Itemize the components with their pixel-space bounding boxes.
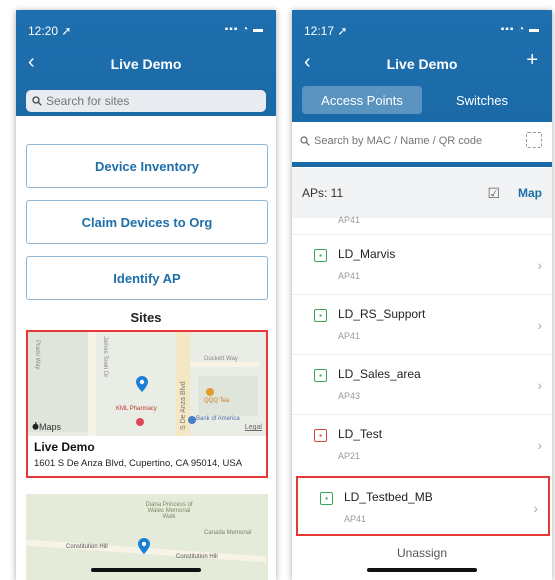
ap-row-ld-rs-support[interactable]: ▪ LD_RS_Support AP41 › — [292, 294, 552, 354]
chevron-right-icon: › — [537, 377, 542, 393]
tab-access-points[interactable]: Access Points — [302, 86, 422, 114]
ap-status-icon: ▪ — [314, 309, 327, 322]
map-link[interactable]: Map — [518, 186, 542, 200]
location-pin-icon — [138, 538, 150, 554]
site-search-field[interactable] — [26, 90, 266, 112]
search-icon — [300, 136, 310, 146]
ap-search-input[interactable] — [314, 135, 504, 147]
status-icons: ▪▪▪ ◔ ▬ — [500, 24, 540, 35]
divider-bar — [292, 162, 552, 167]
site-map[interactable]: Prado Way James Town Dr Duckett Way KML … — [28, 332, 266, 436]
right-phone-screen: 12:17 ➚ ▪▪▪ ◔ ▬ ‹ Live Demo + Access Poi… — [292, 10, 552, 580]
site-address: 1601 S De Anza Blvd, Cupertino, CA 95014… — [34, 458, 243, 469]
chevron-right-icon: › — [537, 257, 542, 273]
map-label: Constitution Hill — [66, 544, 108, 550]
map-label: KML Pharmacy — [116, 406, 157, 412]
map-label: Prado Way — [34, 340, 40, 370]
nav-header: 12:17 ➚ ▪▪▪ ◔ ▬ ‹ Live Demo + Access Poi… — [292, 10, 552, 122]
ap-row-ld-marvis[interactable]: ▪ LD_Marvis AP41 › — [292, 234, 552, 294]
status-icons: ▪▪▪ ◔ ▬ — [224, 24, 264, 35]
map-block — [198, 376, 258, 416]
site-name: Live Demo — [34, 440, 95, 454]
ap-name: LD_RS_Support — [338, 307, 426, 321]
ap-status-icon: ▪ — [320, 492, 333, 505]
unassign-button[interactable]: Unassign — [292, 546, 552, 560]
ap-status-icon: ▪ — [314, 429, 327, 442]
legal-link[interactable]: Legal — [245, 424, 262, 431]
ap-name: LD_Testbed_MB — [344, 490, 433, 504]
claim-devices-button[interactable]: Claim Devices to Org — [26, 200, 268, 244]
home-indicator[interactable] — [367, 568, 477, 572]
status-bar: 12:20 ➚ ▪▪▪ ◔ ▬ — [28, 24, 264, 38]
ap-model: AP41 — [344, 514, 367, 524]
status-time: 12:20 ➚ — [28, 24, 72, 38]
ap-name: LD_Sales_area — [338, 367, 421, 381]
partial-row-model: AP41 — [338, 215, 361, 225]
tab-switches[interactable]: Switches — [422, 86, 542, 114]
map-label: Constitution Hill — [176, 554, 218, 560]
location-pin-icon — [136, 376, 148, 392]
ap-status-icon: ▪ — [314, 249, 327, 262]
ap-name: LD_Marvis — [338, 247, 396, 261]
ap-model: AP43 — [338, 391, 361, 401]
segmented-control: Access Points Switches — [302, 86, 542, 114]
chevron-right-icon: › — [537, 317, 542, 333]
sites-heading: Sites — [130, 310, 162, 325]
apple-maps-logo: Maps — [32, 422, 61, 432]
add-plus-icon[interactable]: + — [526, 50, 538, 70]
ap-search-field[interactable] — [300, 130, 544, 152]
ap-summary-bar: APs: 11 ☑ Map — [292, 168, 552, 218]
ap-name: LD_Test — [338, 427, 383, 441]
ap-row-ld-testbed-mb[interactable]: ▪ LD_Testbed_MB AP41 › — [296, 476, 550, 536]
map-label: James Town Dr — [102, 336, 108, 378]
bank-icon — [188, 416, 196, 424]
map-label: QQQ Tea — [204, 398, 230, 404]
qr-scan-icon[interactable] — [526, 132, 542, 148]
nav-header: 12:20 ➚ ▪▪▪ ◔ ▬ ‹ Live Demo — [16, 10, 276, 116]
ap-row-ld-test[interactable]: ▪ LD_Test AP21 › — [292, 414, 552, 474]
ap-model: AP41 — [338, 271, 361, 281]
status-time: 12:17 ➚ — [304, 24, 348, 38]
map-road — [88, 332, 96, 436]
map-road — [190, 362, 260, 367]
site-card-live-demo[interactable]: Prado Way James Town Dr Duckett Way KML … — [26, 330, 268, 478]
cafe-icon — [206, 388, 214, 396]
ap-count: APs: 11 — [302, 186, 344, 200]
map-label: Diana Princess of Wales Memorial Walk — [145, 502, 193, 520]
left-phone-screen: 12:20 ➚ ▪▪▪ ◔ ▬ ‹ Live Demo Device Inven… — [16, 10, 276, 580]
chevron-right-icon: › — [537, 437, 542, 453]
map-label: Bank of America — [196, 416, 240, 422]
pharmacy-icon — [136, 418, 144, 426]
select-checkbox-icon[interactable]: ☑ — [487, 185, 500, 202]
home-indicator[interactable] — [91, 568, 201, 572]
identify-ap-button[interactable]: Identify AP — [26, 256, 268, 300]
site-search-input[interactable] — [46, 94, 246, 108]
map-label: Canada Memorial — [204, 530, 252, 536]
apple-icon — [32, 422, 39, 430]
maps-label: Maps — [39, 422, 62, 432]
page-title: Live Demo — [386, 56, 458, 72]
page-title: Live Demo — [110, 56, 182, 72]
search-icon — [32, 96, 42, 106]
ap-status-icon: ▪ — [314, 369, 327, 382]
map-label: Duckett Way — [204, 356, 238, 362]
chevron-right-icon: › — [533, 500, 538, 516]
map-label: S De Anza Blvd — [180, 381, 187, 430]
ap-model: AP41 — [338, 331, 361, 341]
device-inventory-button[interactable]: Device Inventory — [26, 144, 268, 188]
status-bar: 12:17 ➚ ▪▪▪ ◔ ▬ — [304, 24, 540, 38]
ap-model: AP21 — [338, 451, 361, 461]
ap-row-ld-sales-area[interactable]: ▪ LD_Sales_area AP43 › — [292, 354, 552, 414]
